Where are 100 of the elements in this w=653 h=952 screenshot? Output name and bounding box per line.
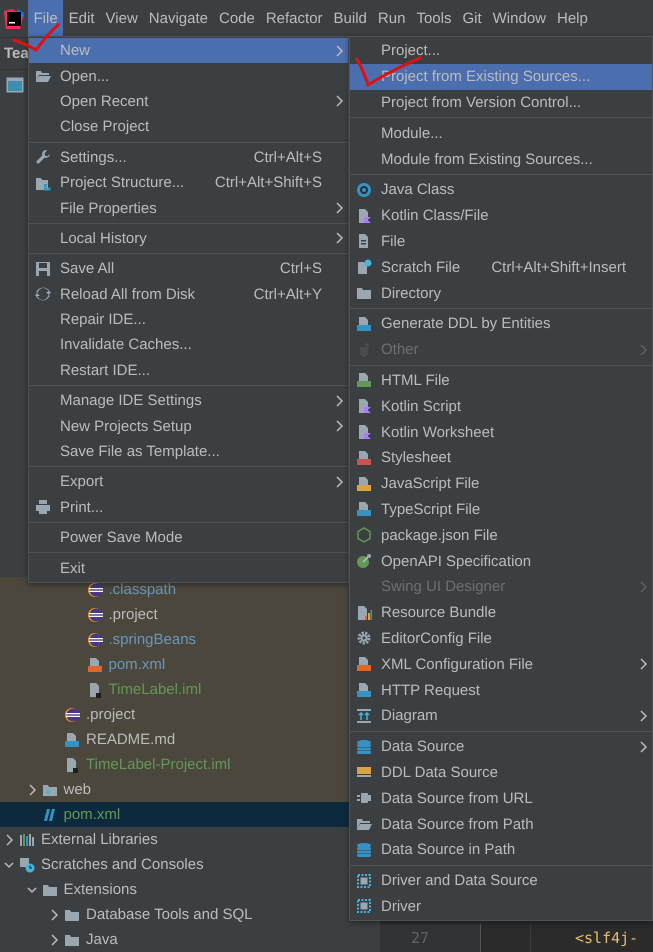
- menu-bar-item[interactable]: Code: [213, 0, 260, 37]
- menu-item[interactable]: Save All Ctrl+S: [29, 256, 348, 282]
- chevron-right-icon[interactable]: [334, 394, 344, 407]
- chevron-right-icon[interactable]: [4, 834, 14, 846]
- menu-bar-item[interactable]: Edit: [63, 0, 100, 37]
- css-file-icon: [356, 450, 372, 466]
- js-file-icon: [356, 476, 372, 492]
- menu-item[interactable]: Save File as Template...: [29, 438, 348, 464]
- bar-chart-file-icon: [356, 604, 372, 621]
- kotlin-file-icon: [356, 424, 372, 440]
- file-name: pom.xml: [64, 806, 120, 823]
- menu-item[interactable]: Local History: [29, 226, 348, 252]
- menu-item[interactable]: Open...: [29, 63, 348, 89]
- menu-item[interactable]: OpenAPI Specification: [350, 548, 652, 574]
- file-name: web: [64, 781, 92, 798]
- menu-item[interactable]: Open Recent: [29, 88, 348, 114]
- menu-item[interactable]: New Projects Setup: [29, 413, 348, 439]
- menu-item[interactable]: Project from Version Control...: [350, 90, 652, 116]
- api-file-icon: [356, 682, 372, 698]
- menu-bar-item[interactable]: Tools: [410, 0, 457, 37]
- file-name: External Libraries: [41, 831, 158, 848]
- menu-item[interactable]: Module from Existing Sources...: [350, 146, 652, 172]
- menu-item[interactable]: Module...: [350, 120, 652, 146]
- eclipse-file-icon: [86, 632, 102, 648]
- menu-bar-item[interactable]: Build: [328, 0, 372, 37]
- chevron-right-icon[interactable]: [638, 710, 648, 722]
- driver-icon: [356, 872, 372, 889]
- chevron-right-icon[interactable]: [49, 934, 59, 946]
- database-icon: [356, 738, 372, 755]
- menu-item[interactable]: Close Project: [29, 114, 348, 140]
- chevron-right-icon[interactable]: [638, 658, 648, 670]
- menu-item[interactable]: package.json File: [350, 522, 652, 548]
- menu-bar-item[interactable]: Run: [372, 0, 411, 37]
- printer-icon: [35, 499, 51, 516]
- folder-icon: [356, 285, 372, 302]
- ts-file-icon: [356, 501, 372, 518]
- openapi-icon: [356, 553, 372, 570]
- menu-item[interactable]: File: [350, 228, 652, 254]
- open-folder-icon: [35, 68, 51, 84]
- menu-item[interactable]: Scratch File Ctrl+Alt+Shift+Insert: [350, 254, 652, 280]
- menu-item[interactable]: HTML File: [350, 368, 652, 394]
- menu-item[interactable]: Repair IDE...: [29, 306, 348, 332]
- chevron-right-icon[interactable]: [334, 420, 344, 432]
- menu-item[interactable]: File Properties: [29, 195, 348, 221]
- wrench-icon: [35, 149, 51, 166]
- menu-bar-item[interactable]: Refactor: [260, 0, 328, 37]
- class-icon: [356, 182, 372, 198]
- code-line: <slf4j-: [575, 929, 638, 947]
- menu-item[interactable]: Generate DDL by Entities: [350, 310, 652, 337]
- menu-item[interactable]: JavaScript File: [350, 470, 652, 497]
- menu-item[interactable]: Project...: [350, 38, 652, 64]
- file-name: pom.xml: [108, 656, 166, 673]
- refresh-icon: [35, 286, 51, 302]
- database-icon: [356, 842, 372, 858]
- app-logo-icon[interactable]: [3, 8, 25, 30]
- scratches-icon: [19, 856, 35, 872]
- file-name: .project: [108, 606, 158, 623]
- file-name: .springBeans: [108, 631, 196, 648]
- menu-item[interactable]: Power Save Mode: [29, 525, 348, 550]
- menu-item[interactable]: Export: [29, 469, 348, 495]
- menu-bar-item[interactable]: Navigate: [143, 0, 214, 37]
- menu-item[interactable]: Reload All from Disk Ctrl+Alt+Y: [29, 282, 348, 307]
- menu-item[interactable]: Stylesheet: [350, 444, 652, 471]
- menu-item[interactable]: Manage IDE Settings: [29, 388, 348, 414]
- chevron-right-icon[interactable]: [334, 476, 344, 488]
- eclipse-file-icon: [64, 706, 80, 722]
- menu-item[interactable]: Directory: [350, 280, 652, 306]
- library-bars-icon: [19, 832, 35, 848]
- menu-item[interactable]: Restart IDE...: [29, 358, 348, 384]
- chevron-right-icon[interactable]: [334, 44, 344, 57]
- menu-item[interactable]: TypeScript File: [350, 496, 652, 522]
- menu-item[interactable]: Print...: [29, 494, 348, 520]
- menu-item[interactable]: Invalidate Caches...: [29, 332, 348, 358]
- chevron-right-icon[interactable]: [334, 95, 344, 108]
- file-name: .project: [86, 706, 136, 723]
- chevron-right-icon[interactable]: [49, 908, 59, 920]
- module-file-icon: [64, 756, 80, 772]
- menu-bar-item[interactable]: Help: [552, 0, 594, 37]
- tree-row[interactable]: Java: [0, 927, 380, 952]
- chevron-right-icon[interactable]: [26, 784, 36, 796]
- menu-bar-item[interactable]: View: [100, 0, 144, 37]
- file-name: Java: [86, 931, 118, 948]
- hexagon-icon: [356, 527, 372, 544]
- menu-bar-item[interactable]: Git: [456, 0, 488, 37]
- open-folder-icon: [356, 816, 372, 832]
- menu-item[interactable]: Kotlin Worksheet: [350, 419, 652, 445]
- menu-item[interactable]: Kotlin Script: [350, 393, 652, 420]
- chevron-right-icon[interactable]: [638, 740, 648, 753]
- xml-file-icon: [86, 656, 102, 672]
- menu-item[interactable]: Settings... Ctrl+Alt+S: [29, 144, 348, 170]
- chevron-right-icon[interactable]: [334, 202, 344, 214]
- menu-item[interactable]: Java Class: [350, 176, 652, 203]
- menu-bar-item[interactable]: Window: [487, 0, 552, 37]
- chevron-right-icon[interactable]: [334, 232, 344, 244]
- menu-item[interactable]: Project Structure... Ctrl+Alt+Shift+S: [29, 170, 348, 196]
- gear-icon: [356, 630, 372, 646]
- xml-file-icon: [356, 656, 372, 672]
- window-icon[interactable]: [6, 77, 24, 93]
- menu-item[interactable]: Kotlin Class/File: [350, 202, 652, 229]
- file-name: .classpath: [108, 581, 176, 598]
